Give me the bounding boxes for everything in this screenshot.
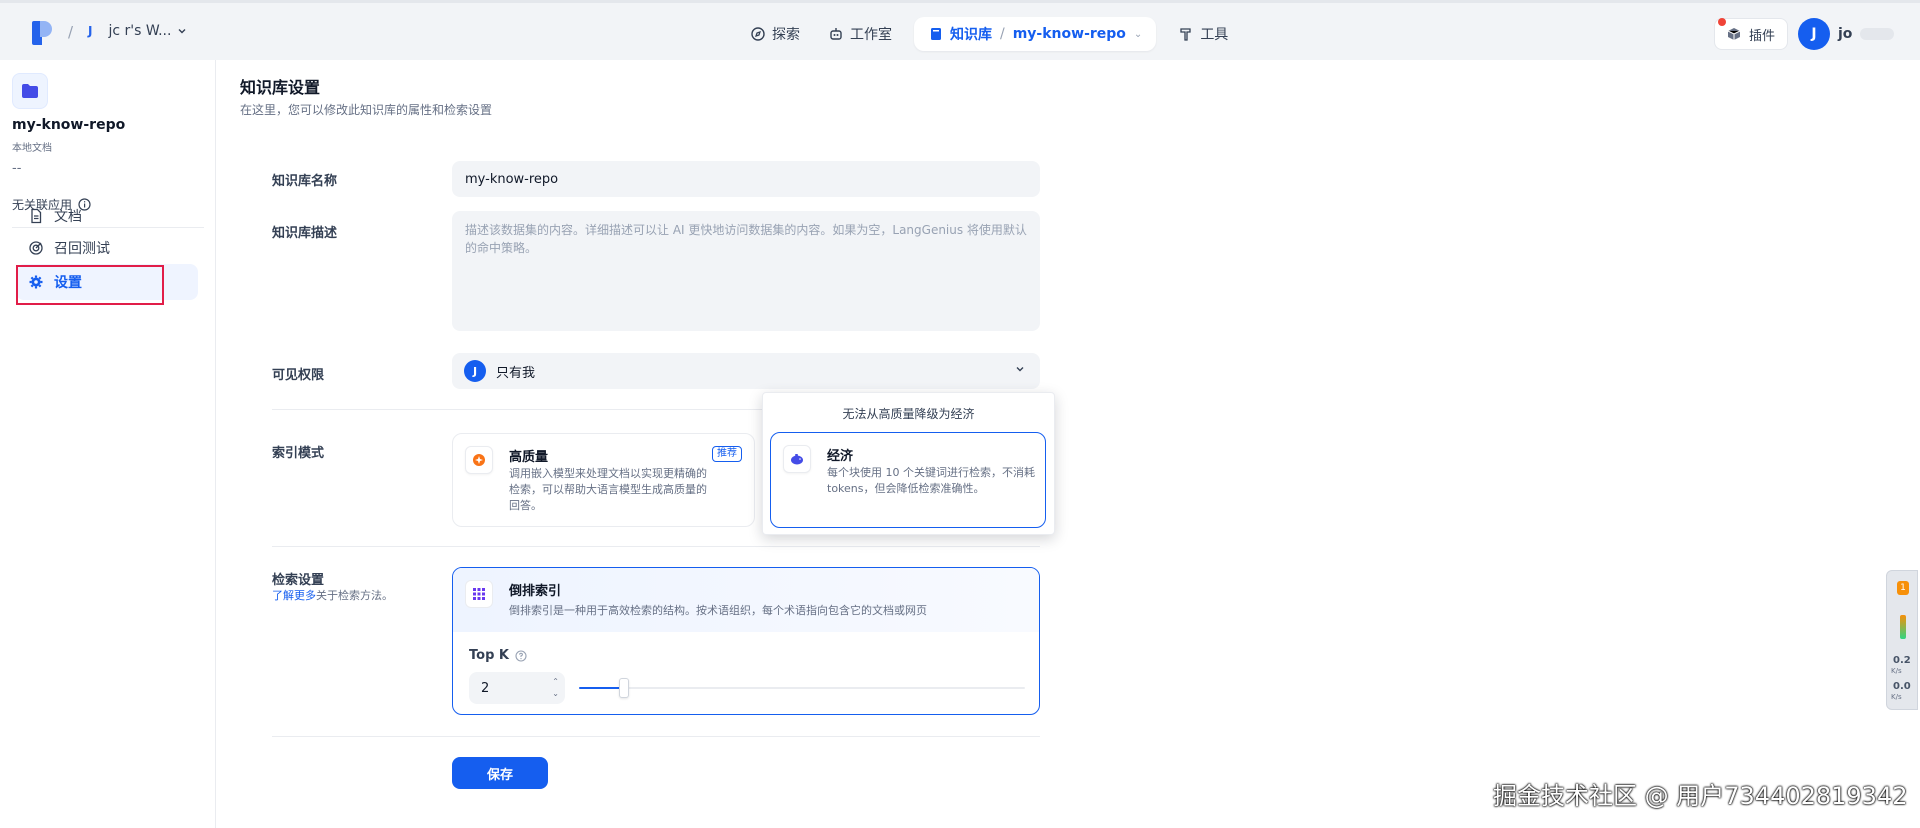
- sidebar: my-know-repo 本地文档 -- 无关联应用 文档 召回测试 设置: [0, 60, 216, 828]
- workspace-switcher[interactable]: J jc r's W...: [88, 23, 187, 39]
- chevron-down-icon[interactable]: ⌄: [1134, 29, 1142, 40]
- help-icon[interactable]: [515, 649, 527, 662]
- nav-explore-label: 探索: [772, 27, 800, 43]
- chevron-down-icon: [1016, 367, 1024, 372]
- permission-value: 只有我: [496, 365, 536, 381]
- watermark: 掘金技术社区 @ 用户734402819342: [1493, 782, 1908, 810]
- notification-dot: [1718, 18, 1726, 26]
- learn-more-link[interactable]: 了解更多: [272, 589, 316, 602]
- nav-knowledge[interactable]: 知识库 / my-know-repo ⌄: [914, 17, 1157, 51]
- save-button[interactable]: 保存: [452, 757, 548, 789]
- cube-icon: [1727, 28, 1741, 40]
- high-quality-desc: 调用嵌入模型来处理文档以实现更精确的检索，可以帮助大语言模型生成高质量的回答。: [509, 467, 707, 512]
- hammer-icon: [1180, 28, 1191, 41]
- sidebar-item-label: 文档: [54, 209, 82, 225]
- gear-icon: [29, 275, 43, 289]
- sidebar-item-label: 召回测试: [54, 241, 110, 257]
- sidebar-item-settings[interactable]: 设置: [16, 264, 198, 300]
- topk-slider-fill: [579, 687, 624, 689]
- name-input[interactable]: my-know-repo: [452, 161, 1040, 197]
- nav-tools[interactable]: 工具: [1164, 17, 1242, 51]
- settings-panel: 知识库设置 在这里，您可以修改此知识库的属性和检索设置 知识库名称 my-kno…: [216, 60, 1920, 828]
- topk-slider[interactable]: [579, 678, 1025, 698]
- book-icon: [931, 28, 941, 40]
- compass-icon: [751, 27, 765, 41]
- workspace-avatar: J: [88, 24, 93, 38]
- top-nav-bar: / J jc r's W... 探索 工作室 知识库 / my-know-rep…: [0, 0, 1920, 60]
- topk-value: 2: [481, 680, 490, 696]
- index-mode-label: 索引模式: [272, 446, 325, 461]
- upload-unit: K/s: [1891, 667, 1902, 675]
- app-logo-icon[interactable]: [32, 21, 52, 45]
- topk-number-input[interactable]: 2 ⌃ ⌄: [469, 672, 565, 704]
- index-economy-card[interactable]: 经济 每个块使用 10 个关键词进行检索，不消耗 tokens，但会降低检索准确…: [770, 432, 1046, 528]
- sidebar-item-recall-test[interactable]: 召回测试: [16, 230, 198, 266]
- nav-studio-label: 工作室: [850, 27, 892, 43]
- workspace-name: jc r's W...: [108, 23, 172, 39]
- chevron-down-icon: [178, 29, 186, 34]
- network-speed-widget[interactable]: 1 0.2 K/s 0.0 K/s: [1886, 570, 1918, 710]
- redacted-block: [1860, 28, 1895, 40]
- retrieval-settings-sub: 了解更多关于检索方法。: [272, 587, 393, 603]
- download-unit: K/s: [1891, 693, 1902, 701]
- retrieval-sub-text: 关于检索方法。: [316, 589, 393, 602]
- divider: [272, 736, 1040, 737]
- repo-name: my-know-repo: [12, 117, 126, 133]
- topk-slider-handle[interactable]: [619, 678, 629, 698]
- nav-knowledge-link[interactable]: 知识库: [928, 24, 992, 44]
- nav-separator: /: [1000, 26, 1005, 42]
- high-quality-title: 高质量: [509, 450, 549, 465]
- inverted-index-header: 倒排索引 倒排索引是一种用于高效检索的结构。按术语组织，每个术语指向包含它的文档…: [453, 568, 1039, 632]
- user-menu[interactable]: J jo: [1798, 18, 1895, 50]
- breadcrumb-separator: /: [68, 23, 74, 41]
- nav-knowledge-label: 知识库: [950, 27, 992, 43]
- inverted-index-desc: 倒排索引是一种用于高效检索的结构。按术语组织，每个术语指向包含它的文档或网页: [509, 604, 927, 617]
- name-label: 知识库名称: [272, 174, 338, 189]
- document-icon: [31, 208, 42, 224]
- main-nav: 探索 工作室 知识库 / my-know-repo ⌄ 工具: [736, 17, 1242, 51]
- economy-popover: 无法从高质量降级为经济 经济 每个块使用 10 个关键词进行检索，不消耗 tok…: [762, 392, 1055, 535]
- permission-label: 可见权限: [272, 368, 325, 383]
- grid-icon: [465, 580, 493, 608]
- nav-repo-selector[interactable]: my-know-repo: [1013, 26, 1126, 42]
- nav-explore[interactable]: 探索: [736, 17, 814, 51]
- inverted-index-title: 倒排索引: [509, 584, 562, 599]
- folder-icon: [12, 73, 48, 109]
- sidebar-item-documents[interactable]: 文档: [16, 198, 198, 234]
- inverted-index-card[interactable]: 倒排索引 倒排索引是一种用于高效检索的结构。按术语组织，每个术语指向包含它的文档…: [452, 567, 1040, 715]
- permission-select[interactable]: J 只有我: [452, 353, 1040, 389]
- economy-tooltip: 无法从高质量降级为经济: [842, 407, 975, 421]
- plugins-button[interactable]: 插件: [1714, 18, 1789, 50]
- target-icon: [29, 241, 43, 255]
- page-title: 知识库设置: [240, 78, 321, 97]
- nav-studio[interactable]: 工作室: [814, 17, 906, 51]
- recommended-badge: 推荐: [712, 446, 742, 462]
- sparkle-icon: [465, 446, 493, 474]
- topk-label: Top K: [469, 648, 527, 663]
- piggy-bank-icon: [783, 445, 811, 473]
- divider: [272, 546, 1040, 547]
- sidebar-item-label: 设置: [54, 275, 82, 291]
- economy-desc: 每个块使用 10 个关键词进行检索，不消耗 tokens，但会降低检索准确性。: [827, 466, 1035, 495]
- nav-tools-label: 工具: [1200, 27, 1229, 43]
- plugins-label: 插件: [1749, 28, 1776, 44]
- user-name: jo: [1838, 26, 1853, 42]
- upload-speed: 0.2: [1893, 655, 1911, 666]
- widget-meter: [1900, 615, 1906, 639]
- user-avatar[interactable]: J: [1798, 18, 1830, 50]
- repo-type: 本地文档: [12, 143, 52, 154]
- description-label: 知识库描述: [272, 226, 338, 241]
- permission-avatar: J: [464, 360, 486, 382]
- index-high-quality-card[interactable]: 高质量 推荐 调用嵌入模型来处理文档以实现更精确的检索，可以帮助大语言模型生成高…: [452, 433, 755, 527]
- description-input[interactable]: 描述该数据集的内容。详细描述可以让 AI 更快地访问数据集的内容。如果为空，La…: [452, 211, 1040, 331]
- topk-label-text: Top K: [469, 648, 509, 663]
- repo-description: --: [12, 161, 22, 176]
- page-subtitle: 在这里，您可以修改此知识库的属性和检索设置: [240, 103, 493, 117]
- economy-title: 经济: [827, 449, 854, 464]
- widget-badge: 1: [1897, 581, 1909, 595]
- retrieval-settings-label: 检索设置: [272, 573, 325, 588]
- robot-icon: [830, 28, 842, 40]
- download-speed: 0.0: [1893, 681, 1911, 692]
- topk-stepper[interactable]: ⌃ ⌄: [552, 676, 559, 700]
